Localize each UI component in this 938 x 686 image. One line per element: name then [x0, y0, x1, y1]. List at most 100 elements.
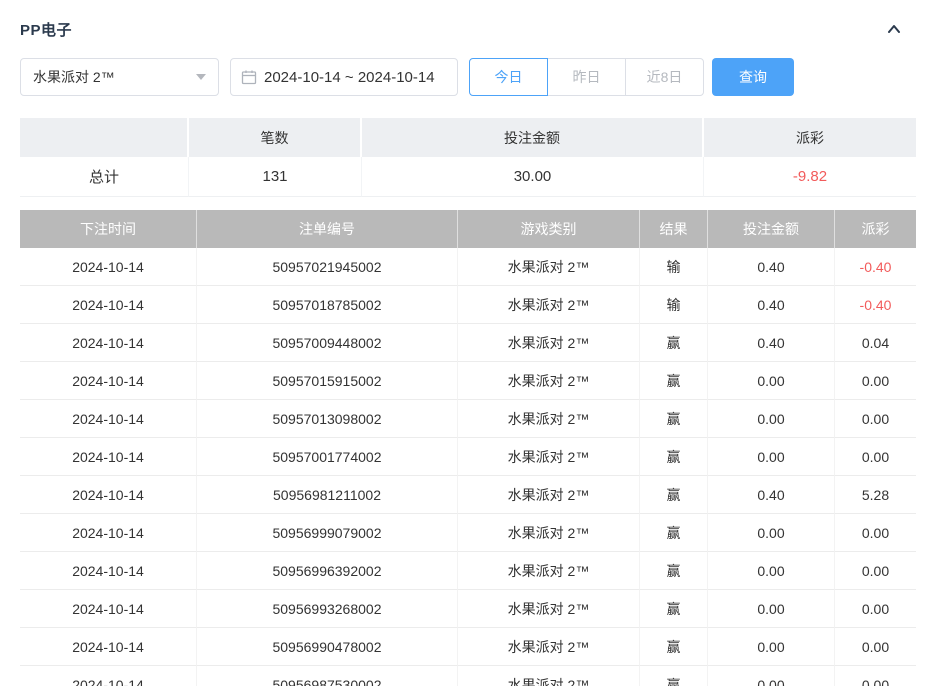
cell-order_id: 50956999079002 — [197, 514, 458, 552]
cell-payout: 0.00 — [835, 628, 916, 666]
cell-game_type: 水果派对 2™ — [458, 514, 640, 552]
cell-game_type: 水果派对 2™ — [458, 324, 640, 362]
cell-bet_amount: 0.00 — [708, 400, 835, 438]
records-header-row: 下注时间 注单编号 游戏类别 结果 投注金额 派彩 — [20, 210, 916, 248]
summary-total-label: 总计 — [20, 157, 189, 197]
cell-bet_amount: 0.40 — [708, 324, 835, 362]
summary-header-count: 笔数 — [189, 118, 362, 157]
cell-payout: -0.40 — [835, 286, 916, 324]
cell-bet_time: 2024-10-14 — [20, 362, 197, 400]
pp-games-panel: PP电子 水果派对 2™ 2024-10-14 ~ 2024-10-14 — [0, 0, 938, 686]
quick-button-last8days[interactable]: 近8日 — [625, 58, 704, 96]
cell-result: 赢 — [640, 324, 708, 362]
cell-order_id: 50957015915002 — [197, 362, 458, 400]
col-header-bet-amount: 投注金额 — [708, 210, 835, 248]
table-row: 2024-10-1450957021945002水果派对 2™输0.40-0.4… — [20, 248, 916, 286]
col-header-payout: 派彩 — [835, 210, 916, 248]
cell-bet_time: 2024-10-14 — [20, 438, 197, 476]
cell-game_type: 水果派对 2™ — [458, 286, 640, 324]
cell-payout: 0.00 — [835, 666, 916, 686]
cell-bet_amount: 0.00 — [708, 552, 835, 590]
cell-payout: 5.28 — [835, 476, 916, 514]
cell-result: 赢 — [640, 438, 708, 476]
cell-game_type: 水果派对 2™ — [458, 248, 640, 286]
cell-result: 赢 — [640, 362, 708, 400]
cell-order_id: 50957018785002 — [197, 286, 458, 324]
records-tbody: 2024-10-1450957021945002水果派对 2™输0.40-0.4… — [20, 248, 916, 686]
col-header-game-type: 游戏类别 — [458, 210, 640, 248]
cell-bet_amount: 0.00 — [708, 438, 835, 476]
table-row: 2024-10-1450956981211002水果派对 2™赢0.405.28 — [20, 476, 916, 514]
cell-result: 赢 — [640, 666, 708, 686]
cell-bet_amount: 0.00 — [708, 362, 835, 400]
summary-header-bet-amount: 投注金额 — [362, 118, 704, 157]
cell-bet_amount: 0.00 — [708, 590, 835, 628]
cell-bet_time: 2024-10-14 — [20, 248, 197, 286]
page-title: PP电子 — [20, 19, 72, 40]
filter-bar: 水果派对 2™ 2024-10-14 ~ 2024-10-14 今日 昨日 近8… — [20, 58, 916, 96]
summary-total-bet-amount: 30.00 — [362, 157, 704, 197]
cell-game_type: 水果派对 2™ — [458, 476, 640, 514]
game-select-value: 水果派对 2™ — [33, 67, 115, 87]
cell-order_id: 50957021945002 — [197, 248, 458, 286]
col-header-order-id: 注单编号 — [197, 210, 458, 248]
collapse-chevron-up-icon[interactable] — [884, 19, 904, 39]
cell-result: 赢 — [640, 628, 708, 666]
cell-bet_amount: 0.00 — [708, 514, 835, 552]
cell-bet_amount: 0.40 — [708, 248, 835, 286]
cell-order_id: 50957013098002 — [197, 400, 458, 438]
cell-order_id: 50956993268002 — [197, 590, 458, 628]
quick-button-today[interactable]: 今日 — [469, 58, 548, 96]
records-table: 下注时间 注单编号 游戏类别 结果 投注金额 派彩 2024-10-145095… — [20, 210, 916, 686]
cell-payout: 0.00 — [835, 400, 916, 438]
cell-bet_time: 2024-10-14 — [20, 514, 197, 552]
cell-game_type: 水果派对 2™ — [458, 400, 640, 438]
game-select[interactable]: 水果派对 2™ — [20, 58, 219, 96]
cell-bet_time: 2024-10-14 — [20, 476, 197, 514]
cell-result: 赢 — [640, 400, 708, 438]
table-row: 2024-10-1450956987530002水果派对 2™赢0.000.00 — [20, 666, 916, 686]
cell-result: 赢 — [640, 476, 708, 514]
cell-order_id: 50957009448002 — [197, 324, 458, 362]
table-row: 2024-10-1450956990478002水果派对 2™赢0.000.00 — [20, 628, 916, 666]
summary-total-payout: -9.82 — [704, 157, 916, 197]
cell-game_type: 水果派对 2™ — [458, 666, 640, 686]
cell-payout: 0.00 — [835, 438, 916, 476]
cell-payout: 0.00 — [835, 590, 916, 628]
cell-bet_amount: 0.40 — [708, 476, 835, 514]
quick-date-group: 今日 昨日 近8日 — [469, 58, 704, 96]
cell-bet_time: 2024-10-14 — [20, 666, 197, 686]
cell-game_type: 水果派对 2™ — [458, 590, 640, 628]
search-button[interactable]: 查询 — [712, 58, 794, 96]
cell-game_type: 水果派对 2™ — [458, 438, 640, 476]
cell-result: 输 — [640, 286, 708, 324]
cell-game_type: 水果派对 2™ — [458, 362, 640, 400]
cell-bet_time: 2024-10-14 — [20, 400, 197, 438]
summary-header-blank — [20, 118, 189, 157]
quick-button-yesterday[interactable]: 昨日 — [547, 58, 626, 96]
cell-order_id: 50956990478002 — [197, 628, 458, 666]
cell-payout: 0.00 — [835, 552, 916, 590]
cell-order_id: 50956981211002 — [197, 476, 458, 514]
col-header-result: 结果 — [640, 210, 708, 248]
summary-total-count: 131 — [189, 157, 362, 197]
cell-bet_amount: 0.00 — [708, 666, 835, 686]
cell-payout: -0.40 — [835, 248, 916, 286]
cell-bet_time: 2024-10-14 — [20, 286, 197, 324]
cell-payout: 0.04 — [835, 324, 916, 362]
cell-bet_time: 2024-10-14 — [20, 324, 197, 362]
cell-bet_time: 2024-10-14 — [20, 590, 197, 628]
cell-bet_time: 2024-10-14 — [20, 552, 197, 590]
col-header-bet-time: 下注时间 — [20, 210, 197, 248]
cell-result: 输 — [640, 248, 708, 286]
chevron-down-icon — [196, 74, 206, 80]
table-row: 2024-10-1450957001774002水果派对 2™赢0.000.00 — [20, 438, 916, 476]
summary-total-row: 总计 131 30.00 -9.82 — [20, 157, 916, 197]
date-range-picker[interactable]: 2024-10-14 ~ 2024-10-14 — [230, 58, 458, 96]
cell-result: 赢 — [640, 590, 708, 628]
table-row: 2024-10-1450957018785002水果派对 2™输0.40-0.4… — [20, 286, 916, 324]
cell-order_id: 50956996392002 — [197, 552, 458, 590]
cell-payout: 0.00 — [835, 362, 916, 400]
table-row: 2024-10-1450957013098002水果派对 2™赢0.000.00 — [20, 400, 916, 438]
calendar-icon — [241, 69, 257, 85]
